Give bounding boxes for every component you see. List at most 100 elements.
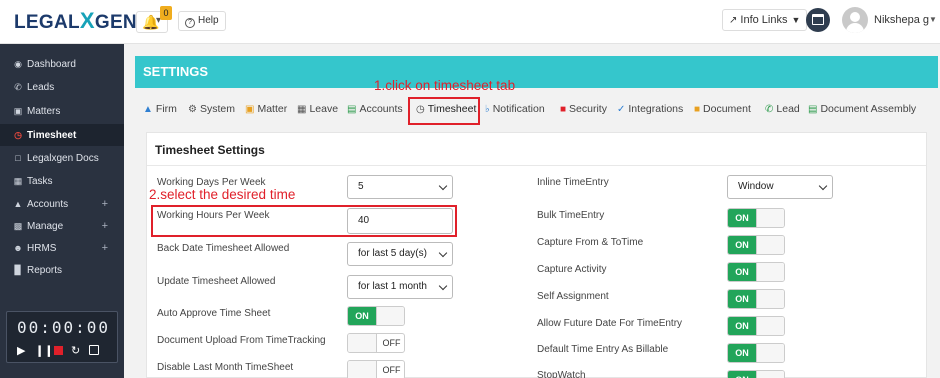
chevron-down-icon	[438, 248, 448, 258]
help-button[interactable]: ? Help	[178, 11, 226, 31]
sidebar-item-label: Dashboard	[27, 59, 76, 70]
settings-header: SETTINGS	[135, 56, 938, 88]
toggle-knob	[756, 290, 784, 308]
folder-icon: ■	[694, 104, 701, 115]
info-links-dropdown[interactable]: ↗ Info Links ▼	[722, 9, 808, 31]
tab-system[interactable]: ⚙ System	[188, 103, 235, 115]
lock-icon: ■	[560, 104, 567, 115]
toggle-on-label: ON	[728, 344, 756, 362]
logo-text-x: X	[79, 8, 95, 33]
inline-timeentry-select[interactable]: Window	[727, 175, 833, 199]
chevron-down-icon	[438, 281, 448, 291]
bank-icon: ▲	[13, 199, 23, 209]
tab-label: Matter	[257, 103, 288, 115]
notification-button[interactable]: 🔔 ▾ 0	[136, 6, 172, 33]
chevron-down-icon[interactable]: ▼	[929, 15, 937, 24]
expand-plus-icon: +	[101, 220, 108, 232]
avatar-body	[846, 23, 864, 33]
legalxgen-logo[interactable]: LEGALXGEN	[14, 8, 137, 36]
tab-accounts[interactable]: ▤ Accounts	[347, 103, 403, 115]
sidebar-item-label: Matters	[27, 106, 61, 117]
doc-upload-toggle[interactable]: OFF	[347, 333, 405, 353]
tab-security[interactable]: ■ Security	[560, 103, 607, 115]
sidebar-item-hrms[interactable]: ☻ HRMS +	[0, 238, 124, 258]
back-date-select[interactable]: for last 5 day(s)	[347, 242, 453, 266]
toggle-on-label: ON	[728, 371, 756, 378]
toggle-on-label: ON	[728, 209, 756, 227]
toggle-knob	[348, 334, 377, 352]
sidebar-item-leads[interactable]: ✆ Leads	[0, 77, 124, 97]
calendar-icon: ▦	[297, 104, 307, 115]
tab-label: Document	[703, 103, 751, 115]
sidebar-item-manage[interactable]: ▩ Manage +	[0, 216, 124, 236]
top-bar: LEGALXGEN 🔔 ▾ 0 ? Help ↗ Info Links ▼ Niksh…	[0, 0, 940, 44]
future-date-toggle[interactable]: ON	[727, 316, 785, 336]
toggle-on-label: ON	[728, 263, 756, 281]
chevron-down-icon: ▼	[791, 15, 801, 25]
bank-icon: ▲	[143, 104, 153, 115]
update-timesheet-value: for last 1 month	[358, 281, 427, 292]
sidebar-item-accounts[interactable]: ▲ Accounts +	[0, 194, 124, 214]
plug-icon: ✓	[617, 104, 626, 115]
working-days-select[interactable]: 5	[347, 175, 453, 199]
tab-notification[interactable]: ♭ Notification	[485, 103, 545, 115]
inline-timeentry-label: Inline TimeEntry	[537, 177, 609, 188]
capture-activity-toggle[interactable]: ON	[727, 262, 785, 282]
doc-upload-label: Document Upload From TimeTracking	[157, 335, 326, 346]
sidebar-item-tasks[interactable]: ▦ Tasks	[0, 171, 124, 191]
capture-activity-label: Capture Activity	[537, 264, 607, 275]
tab-lead[interactable]: ✆ Lead	[765, 103, 800, 115]
chevron-down-icon	[438, 181, 448, 191]
user-avatar[interactable]	[842, 7, 868, 33]
calendar-button[interactable]	[806, 8, 830, 32]
question-icon: ?	[185, 18, 195, 28]
play-icon[interactable]: ▶	[17, 344, 25, 357]
tab-label: Security	[569, 103, 607, 115]
self-assignment-toggle[interactable]: ON	[727, 289, 785, 309]
tab-label: System	[199, 103, 235, 115]
toggle-knob	[756, 263, 784, 281]
pause-icon[interactable]: ❙❙	[35, 344, 53, 357]
sidebar-item-dashboard[interactable]: ◉ Dashboard	[0, 54, 124, 74]
sidebar-item-legalxgen-docs[interactable]: □ Legalxgen Docs	[0, 148, 124, 168]
update-timesheet-label: Update Timesheet Allowed	[157, 276, 276, 287]
tab-matter[interactable]: ▣ Matter	[245, 103, 287, 115]
sidebar-item-matters[interactable]: ▣ Matters	[0, 101, 124, 121]
save-icon[interactable]	[89, 345, 99, 355]
phone-icon: ✆	[14, 82, 22, 92]
bar-chart-icon: ▉	[14, 265, 22, 275]
default-billable-toggle[interactable]: ON	[727, 343, 785, 363]
avatar-head	[850, 12, 860, 22]
tab-label: Accounts	[359, 103, 403, 115]
stopwatch-display: 00:00:00	[17, 318, 111, 337]
future-date-label: Allow Future Date For TimeEntry	[537, 318, 683, 329]
update-timesheet-select[interactable]: for last 1 month	[347, 275, 453, 299]
bulk-timeentry-toggle[interactable]: ON	[727, 208, 785, 228]
toggle-off-label: OFF	[382, 365, 401, 375]
reset-icon[interactable]: ↻	[71, 344, 80, 357]
auto-approve-toggle[interactable]: ON	[347, 306, 405, 326]
sidebar-item-timesheet[interactable]: ◷ Timesheet	[0, 124, 124, 146]
tab-document-assembly[interactable]: ▤ Document Assembly	[808, 103, 916, 115]
sidebar-item-reports[interactable]: ▉ Reports	[0, 260, 124, 280]
capture-from-to-toggle[interactable]: ON	[727, 235, 785, 255]
calendar-icon: ▦	[13, 176, 23, 186]
sidebar-item-label: Accounts	[27, 199, 69, 210]
money-icon: ▤	[347, 104, 357, 115]
tab-document[interactable]: ■ Document	[694, 103, 751, 115]
tab-leave[interactable]: ▦ Leave	[297, 103, 338, 115]
external-link-icon: ↗	[729, 15, 738, 26]
expand-plus-icon: +	[101, 198, 108, 210]
logo-text-left: LEGAL	[14, 12, 80, 33]
toggle-knob	[756, 209, 784, 227]
stopwatch-toggle[interactable]: ON	[727, 370, 785, 378]
tab-integrations[interactable]: ✓ Integrations	[617, 103, 683, 115]
settings-tabs: ▲ Firm ⚙ System ▣ Matter ▦ Leave ▤ Accounts ◷…	[135, 98, 938, 124]
disable-last-month-toggle[interactable]: OFF	[347, 360, 405, 378]
user-name[interactable]: Nikshepa g	[874, 14, 929, 26]
stop-icon[interactable]	[54, 346, 63, 355]
folder-icon: □	[15, 153, 21, 163]
tab-label: Integrations	[628, 103, 684, 115]
stopwatch-label: StopWatch	[537, 370, 586, 378]
tab-firm[interactable]: ▲ Firm	[143, 103, 177, 115]
